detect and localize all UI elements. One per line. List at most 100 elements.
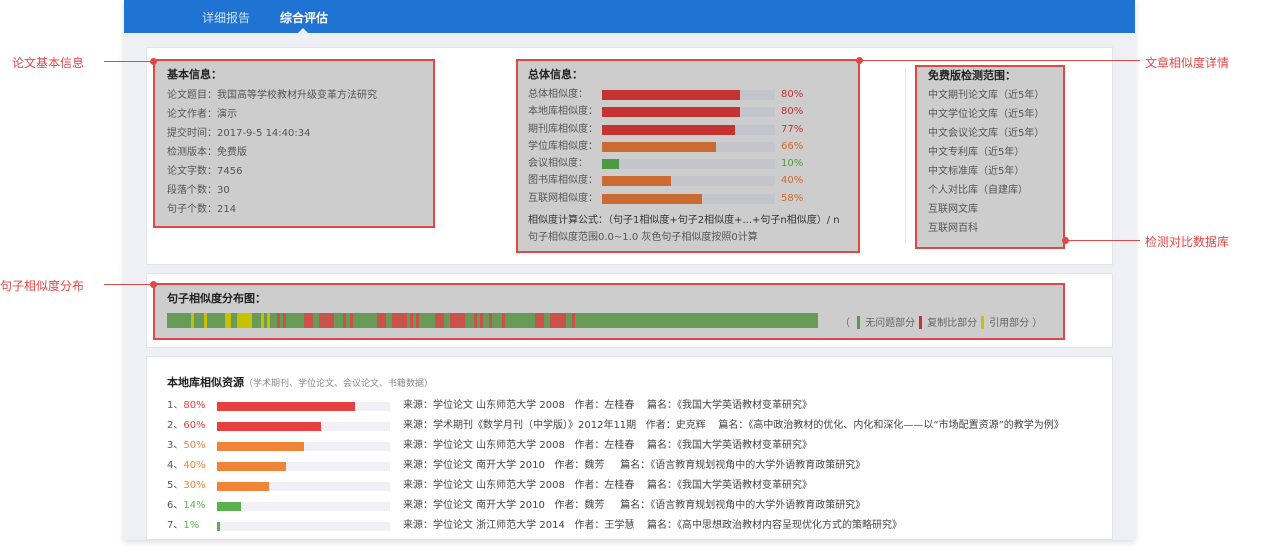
source-index: 2、 [167, 420, 184, 431]
source-index: 3、 [167, 440, 184, 451]
copied-segment[interactable] [282, 313, 286, 328]
copied-segment[interactable] [571, 313, 575, 328]
scope-item: 中文期刊论文库（近5年） [928, 90, 1045, 101]
source-row[interactable]: 6、14% 来源：学位论文 南开大学 2010 作者：魏芳 篇名：《语言教育规划视… [167, 496, 865, 516]
copied-segment[interactable] [376, 313, 387, 328]
similarity-bar-fill [602, 141, 717, 152]
source-percent: 80% [183, 400, 206, 411]
basic-info-title: 基本信息： [167, 68, 222, 81]
source-bar-track [217, 502, 390, 511]
source-row[interactable]: 5、30% 来源：学位论文 山东师范大学 2008 作者：左桂春 篇名：《我国大学… [167, 476, 812, 496]
copied-segment[interactable] [535, 313, 545, 328]
similarity-label: 会议相似度： [528, 158, 588, 170]
copied-segment[interactable] [410, 313, 414, 328]
quoted-segment[interactable] [236, 313, 253, 328]
source-bar-track [217, 442, 390, 451]
similarity-bar-track [602, 90, 775, 100]
annotation-line [1066, 240, 1140, 241]
copied-segment[interactable] [550, 313, 566, 328]
copied-segment[interactable] [349, 313, 353, 328]
active-tab-caret [298, 28, 308, 33]
basic-info-line: 提交时间：2017-9-5 14:40:34 [167, 128, 311, 139]
source-index: 7、 [167, 520, 184, 531]
basic-info-line: 段落个数：30 [167, 185, 230, 196]
tab-comprehensive-evaluation[interactable]: 综合评估 [280, 9, 328, 26]
similarity-row: 会议相似度： 10% [528, 155, 848, 172]
quoted-segment[interactable] [224, 313, 231, 328]
copied-segment[interactable] [434, 313, 444, 328]
similarity-label: 本地库相似度： [528, 106, 598, 118]
scope-item: 中文会议论文库（近5年） [928, 128, 1045, 139]
source-bar-fill [217, 502, 242, 511]
legend-label: 复制比部分 [927, 318, 978, 329]
legend-paren: （ [840, 318, 850, 329]
source-bar-track [217, 402, 390, 411]
source-bar-fill [217, 442, 304, 451]
source-percent: 1% [183, 520, 200, 531]
similarity-bar-fill [602, 90, 741, 100]
source-row[interactable]: 1、80% 来源：学位论文 山东师范大学 2008 作者：左桂春 篇名：《我国大学… [167, 396, 812, 416]
annotation-line [104, 61, 154, 62]
source-row[interactable]: 4、40% 来源：学位论文 南开大学 2010 作者：魏芳 篇名：《语言教育规划视… [167, 456, 865, 476]
quoted-segment[interactable] [267, 313, 271, 328]
similarity-label: 互联网相似度： [528, 192, 598, 204]
source-row[interactable]: 2、60% 来源：学术期刊《数学月刊（中学版）》2012年11期 作者：史克辉 篇… [167, 416, 1064, 436]
distribution-legend: （ 无问题部分 复制比部分 引用部分 ） [840, 314, 1042, 329]
source-detail[interactable]: 来源：学术期刊《数学月刊（中学版）》2012年11期 作者：史克辉 篇名：《高中… [403, 416, 1064, 436]
quoted-segment[interactable] [261, 313, 265, 328]
similarity-bar-fill [602, 124, 736, 135]
similarity-value: 80% [781, 89, 804, 100]
copied-segment[interactable] [489, 313, 493, 328]
source-bar-fill [217, 422, 321, 431]
source-detail[interactable]: 来源：学位论文 山东师范大学 2008 作者：左桂春 篇名：《我国大学英语教材变… [403, 396, 812, 416]
copied-segment[interactable] [449, 313, 466, 328]
basic-info-line: 检测版本：免费版 [167, 147, 247, 158]
quoted-segment[interactable] [203, 313, 207, 328]
source-bar-track [217, 462, 390, 471]
source-detail[interactable]: 来源：学位论文 浙江师范大学 2014 作者：王学慧 篇名：《高中思想政治教材内… [403, 516, 902, 536]
similarity-row: 总体相似度： 80% [528, 86, 848, 103]
source-percent: 60% [183, 420, 206, 431]
copied-segment[interactable] [319, 313, 335, 328]
formula-text: （句子1相似度+句子2相似度+...+句子n相似度）/ n [608, 215, 840, 227]
source-bar-fill [217, 462, 287, 471]
source-bar-fill [217, 482, 269, 491]
source-index: 1、 [167, 400, 184, 411]
annotation-distribution: 句子相似度分布 [0, 279, 85, 293]
scope-item: 中文标准库（近5年） [928, 166, 1025, 177]
similarity-label: 期刊库相似度： [528, 123, 598, 135]
copied-segment[interactable] [276, 313, 280, 328]
source-index: 4、 [167, 460, 184, 471]
similarity-value: 66% [781, 140, 804, 152]
similarity-bar-fill [602, 193, 703, 204]
copied-segment[interactable] [474, 313, 478, 328]
source-detail[interactable]: 来源：学位论文 南开大学 2010 作者：魏芳 篇名：《语言教育规划视角中的大学… [403, 456, 865, 476]
overall-info-title: 总体信息： [528, 68, 583, 81]
quoted-segment[interactable] [191, 313, 195, 328]
source-detail[interactable]: 来源：学位论文 山东师范大学 2008 作者：左桂春 篇名：《我国大学英语教材变… [403, 476, 812, 496]
similarity-row: 互联网相似度： 58% [528, 190, 848, 207]
copied-segment[interactable] [343, 313, 347, 328]
source-detail[interactable]: 来源：学位论文 山东师范大学 2008 作者：左桂春 篇名：《我国大学英语教材变… [403, 436, 812, 456]
tab-bar: 详细报告 综合评估 [124, 0, 1135, 33]
source-detail[interactable]: 来源：学位论文 南开大学 2010 作者：魏芳 篇名：《语言教育规划视角中的大学… [403, 496, 865, 516]
similarity-row: 学位库相似度： 66% [528, 138, 848, 155]
divider [905, 68, 906, 243]
similarity-label: 学位库相似度： [528, 140, 598, 152]
copied-segment[interactable] [501, 313, 505, 328]
source-percent: 50% [183, 440, 206, 451]
copied-segment[interactable] [392, 313, 408, 328]
scope-item: 互联网文库 [928, 204, 978, 215]
source-row[interactable]: 3、50% 来源：学位论文 山东师范大学 2008 作者：左桂春 篇名：《我国大学… [167, 436, 812, 456]
legend-swatch [857, 316, 861, 329]
scope-item: 中文专利库（近5年） [928, 147, 1025, 158]
annotation-dot [856, 57, 863, 64]
copied-segment[interactable] [480, 313, 484, 328]
copied-segment[interactable] [416, 313, 420, 328]
source-row[interactable]: 7、1% 来源：学位论文 浙江师范大学 2014 作者：王学慧 篇名：《高中思想政… [167, 516, 902, 536]
source-bar-track [217, 522, 390, 531]
similarity-bar-fill [602, 159, 620, 170]
tab-detailed-report[interactable]: 详细报告 [202, 9, 250, 26]
distribution-bar[interactable] [167, 313, 818, 328]
copied-segment[interactable] [303, 313, 314, 328]
